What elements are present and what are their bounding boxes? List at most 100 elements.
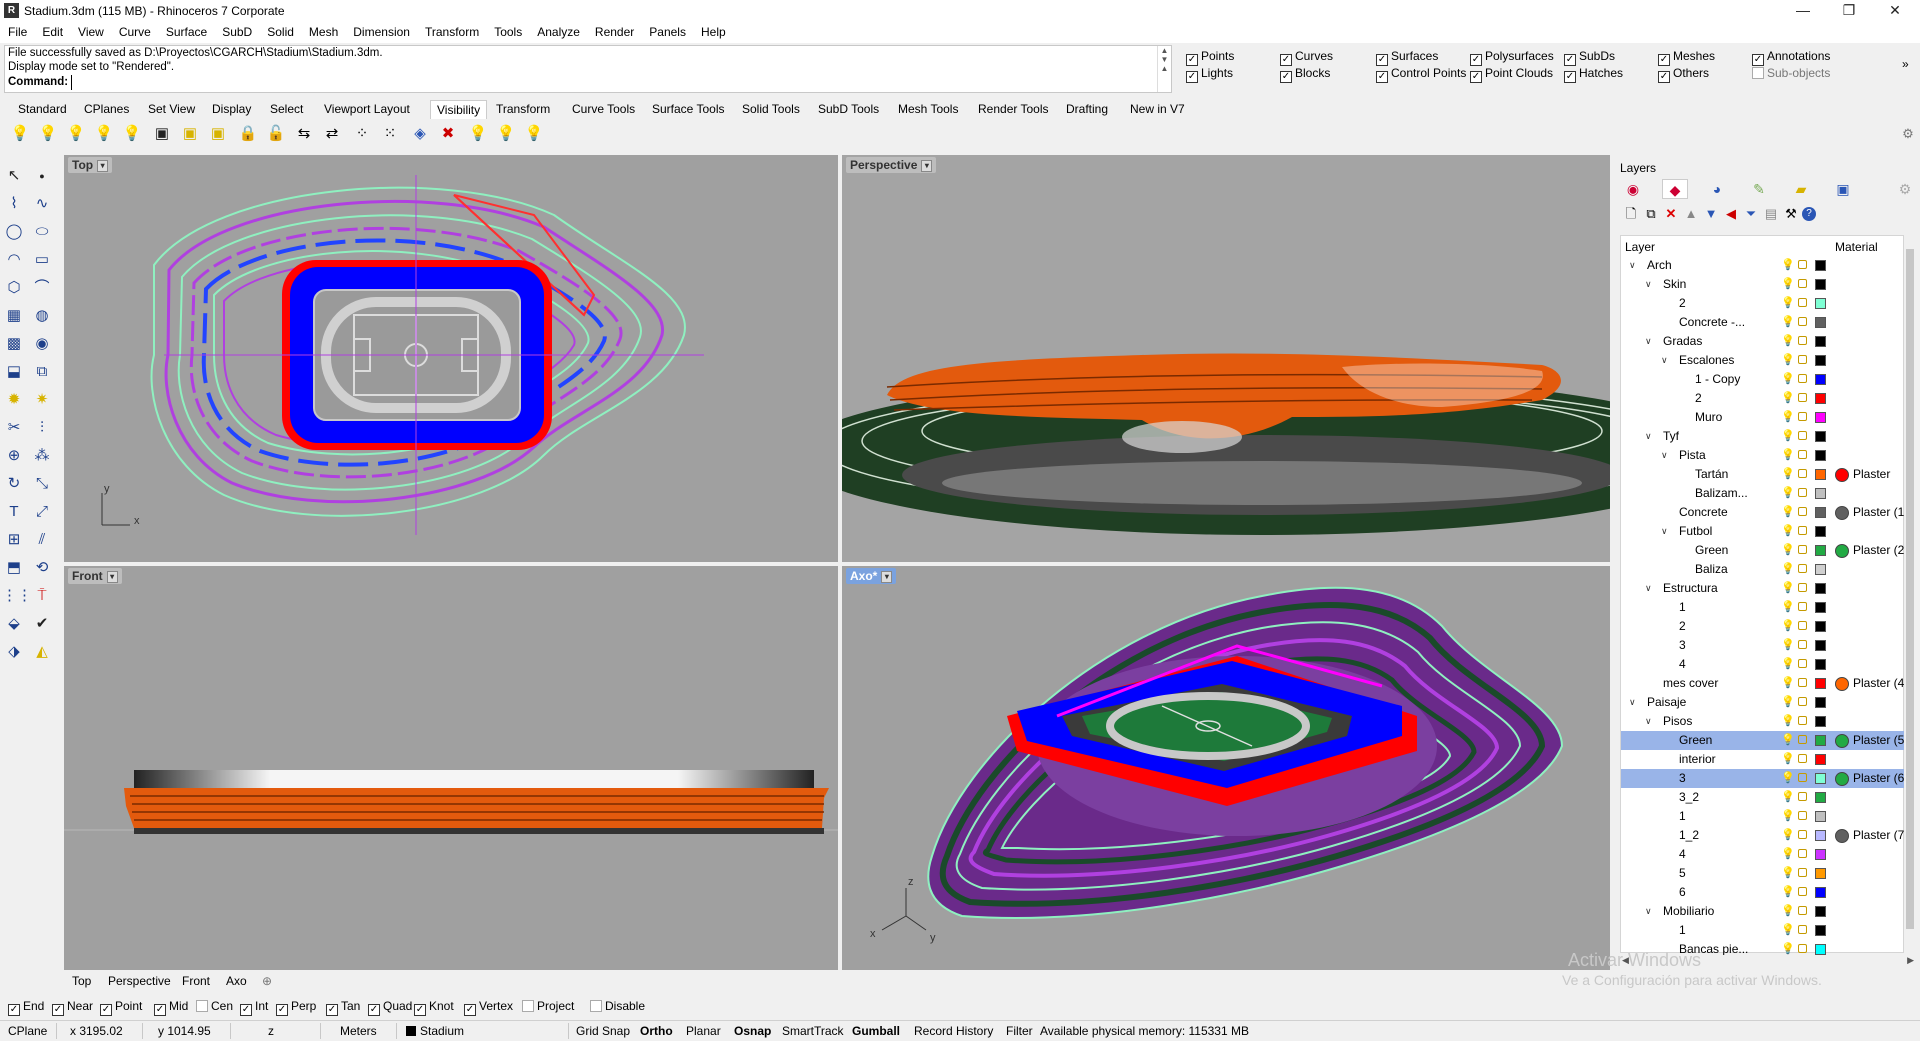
layer-color-swatch[interactable] (1815, 374, 1826, 385)
layer-lock-icon[interactable] (1798, 298, 1807, 307)
tab-cplanes[interactable]: CPlanes (84, 102, 129, 116)
layer-lock-icon[interactable] (1798, 773, 1807, 782)
layer-name[interactable]: Tartán (1695, 465, 1728, 484)
layer-row[interactable]: ∨ Arch 💡 (1621, 256, 1905, 275)
layer-row[interactable]: ∨ Futbol 💡 (1621, 522, 1905, 541)
layer-row[interactable]: interior 💡 (1621, 750, 1905, 769)
layer-lock-icon[interactable] (1798, 469, 1807, 478)
material-swatch[interactable] (1835, 734, 1849, 748)
layer-lock-icon[interactable] (1798, 412, 1807, 421)
layer-row[interactable]: ∨ Skin 💡 (1621, 275, 1905, 294)
layer-color-swatch[interactable] (1815, 317, 1826, 328)
close-button[interactable]: ✕ (1872, 0, 1918, 22)
layer-name[interactable]: 1 - Copy (1695, 370, 1740, 389)
checkbox[interactable]: ✓ (1280, 71, 1292, 83)
point-icon[interactable]: ● (30, 163, 54, 189)
expand-toggle-icon[interactable]: ∨ (1645, 332, 1652, 351)
checkbox[interactable]: ✓ (52, 1004, 64, 1016)
menu-curve[interactable]: Curve (111, 22, 158, 42)
layer-visible-bulb-icon[interactable]: 💡 (1781, 541, 1795, 560)
points-off-icon[interactable]: ⁙ (378, 122, 402, 146)
checkbox[interactable]: ✓ (368, 1004, 380, 1016)
record-history-toggle[interactable]: Record History (914, 1024, 993, 1038)
viewport-tab-axo[interactable]: Axo (226, 974, 247, 988)
layer-lock-icon[interactable] (1798, 374, 1807, 383)
materials-tab-icon[interactable]: ✎ (1746, 179, 1772, 199)
checkbox[interactable]: ✓ (1186, 71, 1198, 83)
layer-visible-bulb-icon[interactable]: 💡 (1781, 446, 1795, 465)
layer-row[interactable]: Concrete -... 💡 (1621, 313, 1905, 332)
tab-new-in-v7[interactable]: New in V7 (1130, 102, 1185, 116)
menu-dimension[interactable]: Dimension (345, 22, 417, 42)
hide-bulb-icon[interactable]: 💡 (36, 122, 60, 146)
layer-lock-icon[interactable] (1798, 925, 1807, 934)
layer-color-swatch[interactable] (1815, 545, 1826, 556)
tools-icon[interactable]: ⚒ (1782, 205, 1800, 223)
layer-visible-bulb-icon[interactable]: 💡 (1781, 522, 1795, 541)
layer-name[interactable]: Baliza (1695, 560, 1728, 579)
layer-name[interactable]: Muro (1695, 408, 1722, 427)
checkbox[interactable]: ✓ (240, 1004, 252, 1016)
scale-icon[interactable]: ⤡ (30, 471, 54, 497)
viewport-perspective[interactable]: Perspective ▾ (842, 155, 1610, 562)
layer-name[interactable]: Mobiliario (1663, 902, 1714, 921)
layer-row[interactable]: 4 💡 (1621, 845, 1905, 864)
toolbar-settings-gear-icon[interactable]: ⚙ (1896, 122, 1920, 146)
layer-color-swatch[interactable] (1815, 260, 1826, 271)
layer-lock-icon[interactable] (1798, 697, 1807, 706)
layer-color-swatch[interactable] (1815, 773, 1826, 784)
loft-icon[interactable]: ◍ (30, 303, 54, 329)
layer-visible-bulb-icon[interactable]: 💡 (1781, 674, 1795, 693)
layer-name[interactable]: mes cover (1663, 674, 1718, 693)
lock-swap-icon[interactable]: ⇆ (292, 122, 316, 146)
tab-transform[interactable]: Transform (496, 102, 550, 116)
layer-name[interactable]: 3_2 (1679, 788, 1699, 807)
ortho-toggle[interactable]: Ortho (640, 1024, 673, 1038)
checkbox[interactable]: ✓ (100, 1004, 112, 1016)
layer-material[interactable]: Plaster (4 (1853, 674, 1904, 693)
add-viewport-icon[interactable]: ⊕ (262, 974, 272, 988)
viewport-title-top[interactable]: Top ▾ (68, 157, 113, 173)
viewport-tab-perspective[interactable]: Perspective (108, 974, 171, 988)
layer-name[interactable]: Estructura (1663, 579, 1718, 598)
layer-color-swatch[interactable] (1815, 507, 1826, 518)
show-objects-icon[interactable]: ▣ (206, 122, 230, 146)
hide-layer-icon[interactable]: 💡 (466, 122, 490, 146)
layer-name[interactable]: Escalones (1679, 351, 1734, 370)
layer-row[interactable]: Green 💡 Plaster (2 (1621, 541, 1905, 560)
filter-lights[interactable]: ✓ Lights (1186, 66, 1233, 83)
layer-visible-bulb-icon[interactable]: 💡 (1781, 313, 1795, 332)
show-selected-icon[interactable]: 💡 (64, 122, 88, 146)
show-bulb-icon[interactable]: 💡 (8, 122, 32, 146)
filter-control-points[interactable]: ✓ Control Points (1376, 66, 1466, 83)
layer-name[interactable]: 6 (1679, 883, 1686, 902)
layer-visible-bulb-icon[interactable]: 💡 (1781, 408, 1795, 427)
layer-visible-bulb-icon[interactable]: 💡 (1781, 788, 1795, 807)
layer-name[interactable]: 2 (1679, 617, 1686, 636)
menu-solid[interactable]: Solid (259, 22, 301, 42)
checkbox[interactable] (590, 1000, 602, 1012)
layer-lock-icon[interactable] (1798, 716, 1807, 725)
layer-lock-icon[interactable] (1798, 640, 1807, 649)
layer-color-swatch[interactable] (1815, 925, 1826, 936)
grid-snap-toggle[interactable]: Grid Snap (576, 1024, 630, 1038)
checkbox[interactable]: ✓ (1186, 54, 1198, 66)
layer-row[interactable]: Muro 💡 (1621, 408, 1905, 427)
render-tab-icon[interactable]: ◕ (1704, 179, 1730, 199)
move-down-icon[interactable]: ▼ (1702, 205, 1720, 223)
pin-icon[interactable]: ⍑ (30, 583, 54, 609)
layer-color-swatch[interactable] (1815, 811, 1826, 822)
expand-toggle-icon[interactable]: ∨ (1661, 522, 1668, 541)
osnap-project[interactable]: Project (522, 999, 574, 1015)
layer-visible-bulb-icon[interactable]: 💡 (1781, 579, 1795, 598)
menu-file[interactable]: File (0, 22, 34, 42)
filter-annotations[interactable]: ✓ Annotations (1752, 49, 1830, 66)
array-icon[interactable]: ⊞ (2, 527, 26, 553)
layer-name[interactable]: 4 (1679, 845, 1686, 864)
surface-icon[interactable]: ▦ (2, 303, 26, 329)
units-label[interactable]: Meters (340, 1024, 377, 1038)
layer-row[interactable]: 2 💡 (1621, 617, 1905, 636)
polyline-icon[interactable]: ⌇ (2, 191, 26, 217)
layer-visible-bulb-icon[interactable]: 💡 (1781, 332, 1795, 351)
move-icon[interactable]: ⬒ (2, 555, 26, 581)
